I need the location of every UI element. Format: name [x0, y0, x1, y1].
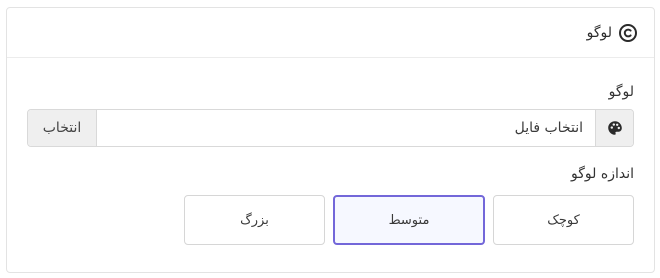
palette-icon — [595, 110, 633, 146]
logo-field-label: لوگو — [608, 84, 634, 100]
card-title: لوگو — [586, 24, 612, 41]
logo-file-input-group: انتخاب فایل انتخاب — [27, 109, 634, 147]
size-option-medium[interactable]: متوسط — [333, 195, 485, 245]
logo-card: لوگو لوگو انتخاب فایل انتخاب اندازه لوگو… — [6, 7, 655, 273]
logo-file-input[interactable]: انتخاب فایل — [97, 110, 595, 146]
logo-size-options: کوچک متوسط بزرگ — [27, 195, 634, 245]
size-option-large[interactable]: بزرگ — [184, 195, 325, 245]
copyright-icon — [618, 23, 638, 43]
size-option-small[interactable]: کوچک — [493, 195, 634, 245]
card-header: لوگو — [7, 8, 654, 58]
choose-file-button[interactable]: انتخاب — [28, 110, 97, 146]
logo-size-label: اندازه لوگو — [571, 166, 634, 182]
card-body: لوگو انتخاب فایل انتخاب اندازه لوگو کوچک… — [7, 83, 654, 245]
